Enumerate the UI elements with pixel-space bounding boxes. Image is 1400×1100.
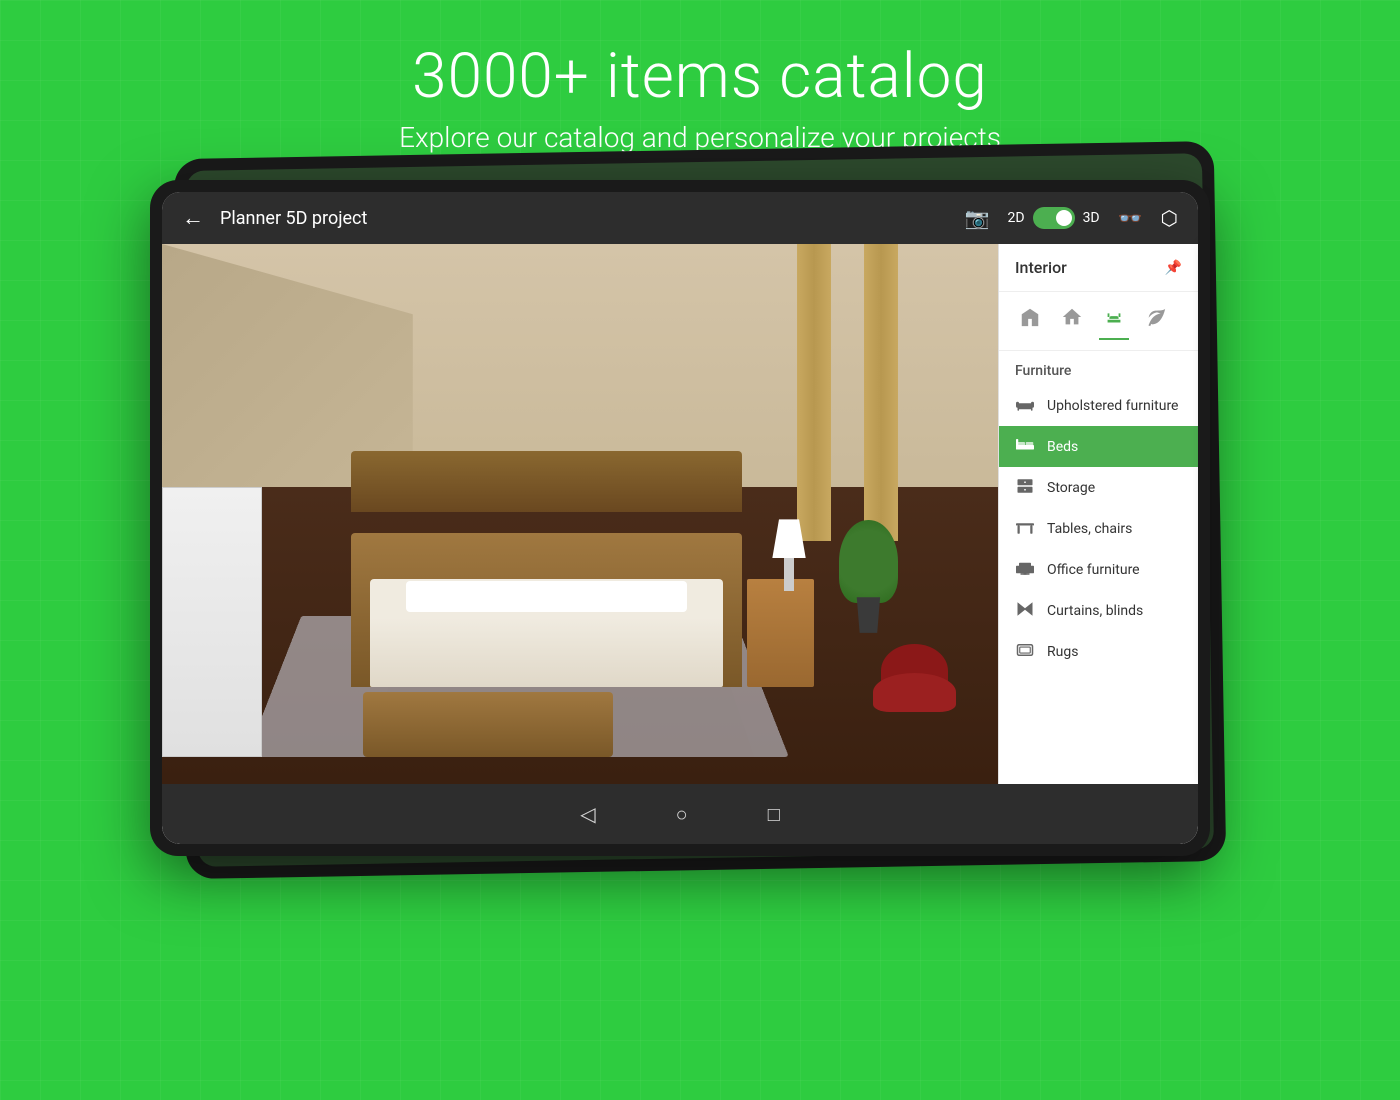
catalog-item-beds[interactable]: Beds <box>999 426 1198 467</box>
room-view <box>162 244 998 784</box>
catalog-item-upholstered[interactable]: Upholstered furniture <box>999 385 1198 426</box>
nav-home-button[interactable]: ○ <box>676 802 688 827</box>
toggle-knob <box>1056 210 1072 226</box>
plant-pot <box>854 597 883 633</box>
catalog-tab-rooms[interactable] <box>1057 302 1087 340</box>
catalog-panel: Interior 📌 <box>998 244 1198 784</box>
catalog-item-tables[interactable]: Tables, chairs <box>999 508 1198 549</box>
catalog-tab-furniture[interactable] <box>1099 302 1129 340</box>
room-scene <box>162 244 998 784</box>
upholstered-icon <box>1015 396 1035 415</box>
room-chair <box>873 644 957 741</box>
view-mode-toggle[interactable]: 2D 3D <box>1008 207 1100 229</box>
catalog-section-title: Furniture <box>999 351 1198 385</box>
catalog-title: Interior <box>1015 258 1067 277</box>
app-topbar: ← Planner 5D project 📷 2D 3D 👓 ⬡ <box>162 192 1198 244</box>
catalog-tab-outdoor[interactable] <box>1141 302 1171 340</box>
catalog-item-upholstered-label: Upholstered furniture <box>1047 398 1178 414</box>
app-content: Interior 📌 <box>162 244 1198 784</box>
catalog-item-curtains-label: Curtains, blinds <box>1047 603 1143 619</box>
page-title: 3000+ items catalog <box>0 40 1400 113</box>
camera-icon[interactable]: 📷 <box>965 206 990 230</box>
nav-recent-button[interactable]: □ <box>768 802 780 827</box>
catalog-item-tables-label: Tables, chairs <box>1047 521 1132 537</box>
room-lamp <box>772 519 805 584</box>
catalog-tabs <box>999 292 1198 351</box>
tablet-screen: ← Planner 5D project 📷 2D 3D 👓 ⬡ <box>162 192 1198 844</box>
catalog-item-beds-label: Beds <box>1047 439 1078 455</box>
rugs-icon <box>1015 642 1035 661</box>
bed-blanket <box>370 618 722 687</box>
bed-frame <box>351 533 742 687</box>
project-title: Planner 5D project <box>220 208 949 229</box>
catalog-item-curtains[interactable]: Curtains, blinds <box>999 590 1198 631</box>
tables-icon <box>1015 519 1035 538</box>
bed-pillow <box>406 581 688 612</box>
catalog-item-office[interactable]: Office furniture <box>999 549 1198 590</box>
catalog-item-storage[interactable]: Storage <box>999 467 1198 508</box>
curtains-icon <box>1015 601 1035 620</box>
catalog-item-rugs[interactable]: Rugs <box>999 631 1198 672</box>
tablet-main: ← Planner 5D project 📷 2D 3D 👓 ⬡ <box>150 180 1210 856</box>
beds-icon <box>1015 437 1035 456</box>
room-dresser <box>162 487 262 757</box>
plant-body <box>839 520 898 603</box>
room-nightstand <box>747 579 814 687</box>
catalog-item-office-label: Office furniture <box>1047 562 1140 578</box>
room-curtain-right <box>864 244 897 541</box>
catalog-tab-structure[interactable] <box>1015 302 1045 340</box>
vr-icon[interactable]: 👓 <box>1118 206 1143 230</box>
bed-headboard <box>351 451 742 513</box>
room-plant <box>839 514 898 633</box>
3d-label: 3D <box>1083 210 1100 226</box>
topbar-icons: 📷 2D 3D 👓 ⬡ <box>965 206 1178 230</box>
chair-seat <box>873 673 957 712</box>
nav-back-button[interactable]: ◁ <box>580 802 595 826</box>
catalog-header: Interior 📌 <box>999 244 1198 292</box>
lamp-shade <box>772 519 805 558</box>
room-bench <box>363 692 614 757</box>
layers-icon[interactable]: ⬡ <box>1161 206 1178 230</box>
office-icon <box>1015 560 1035 579</box>
catalog-item-storage-label: Storage <box>1047 480 1095 496</box>
room-curtain-left <box>797 244 830 541</box>
lamp-base <box>784 558 794 590</box>
room-bed <box>329 482 764 687</box>
tablet-wrapper: ← Planner 5D project 📷 2D 3D 👓 ⬡ <box>150 180 1250 856</box>
toggle-switch[interactable] <box>1033 207 1075 229</box>
back-button[interactable]: ← <box>182 205 204 231</box>
catalog-item-rugs-label: Rugs <box>1047 644 1078 660</box>
tablet-bottom-nav: ◁ ○ □ <box>162 784 1198 844</box>
2d-label: 2D <box>1008 210 1025 226</box>
catalog-pin-icon[interactable]: 📌 <box>1165 260 1182 276</box>
storage-icon <box>1015 478 1035 497</box>
